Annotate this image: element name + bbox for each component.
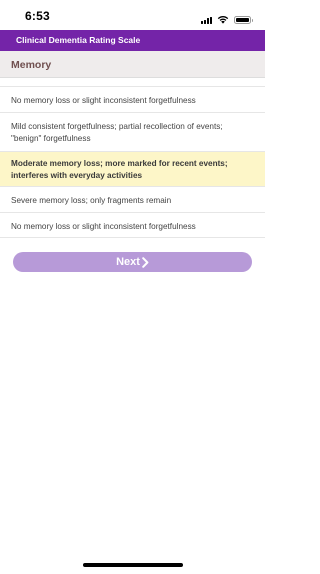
options-list: No memory loss or slight inconsistent fo… <box>0 86 265 238</box>
section-title: Memory <box>11 59 52 71</box>
option-label: No memory loss or slight inconsistent fo… <box>11 96 196 105</box>
option-item[interactable]: No memory loss or slight inconsistent fo… <box>0 86 265 112</box>
option-label: Mild consistent forgetfulness; partial r… <box>11 122 223 143</box>
option-item[interactable]: Mild consistent forgetfulness; partial r… <box>0 112 265 151</box>
option-item[interactable]: Severe memory loss; only fragments remai… <box>0 186 265 212</box>
page-title: Clinical Dementia Rating Scale <box>16 35 141 45</box>
status-icons <box>201 11 253 29</box>
app-header: Clinical Dementia Rating Scale <box>0 30 265 51</box>
next-button[interactable]: Next <box>13 252 252 272</box>
option-label: Severe memory loss; only fragments remai… <box>11 196 172 205</box>
option-label: No memory loss or slight inconsistent fo… <box>11 222 196 231</box>
battery-icon <box>234 16 253 24</box>
option-item-selected[interactable]: Moderate memory loss; more marked for re… <box>0 151 265 186</box>
wifi-icon <box>217 11 229 29</box>
signal-icon <box>201 16 212 24</box>
status-time: 6:53 <box>25 9 50 23</box>
option-label: Moderate memory loss; more marked for re… <box>11 159 228 180</box>
option-item[interactable]: No memory loss or slight inconsistent fo… <box>0 212 265 238</box>
chevron-right-icon <box>142 256 149 268</box>
section-header: Memory <box>0 51 265 78</box>
status-bar: 6:53 <box>0 0 265 30</box>
home-indicator <box>83 563 183 567</box>
next-button-label: Next <box>116 256 140 268</box>
